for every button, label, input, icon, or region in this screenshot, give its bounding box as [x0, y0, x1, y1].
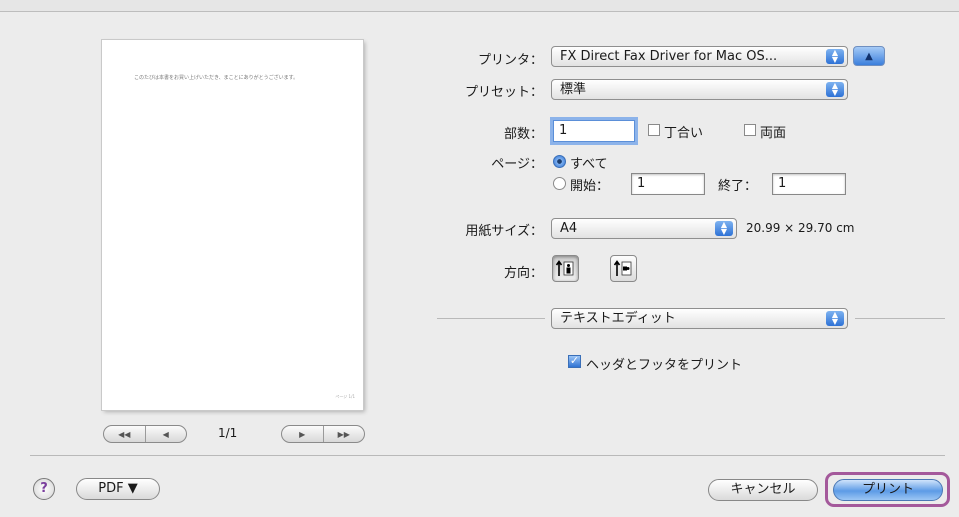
pages-to-input[interactable]: 1 [772, 173, 846, 195]
preset-value: 標準 [560, 82, 587, 97]
print-options-popup[interactable]: テキストエディット ▲ ▼ [551, 308, 848, 329]
landscape-orientation-button[interactable] [610, 255, 637, 282]
copies-input[interactable]: 1 [553, 120, 635, 142]
printer-value: FX Direct Fax Driver for Mac OS... [560, 49, 778, 64]
printer-label: プリンタ： [477, 53, 543, 68]
preview-sample-text: このたびは本書をお買い上げいただき、まことにありがとうございます。 [134, 75, 299, 81]
duplex-label: 両面 [760, 126, 787, 141]
print-button[interactable]: プリント [833, 479, 943, 501]
pages-to-label: 終了： [718, 179, 758, 194]
collate-checkbox[interactable] [648, 124, 660, 136]
first-page-button[interactable]: ◀◀ [104, 426, 146, 442]
portrait-orientation-button[interactable] [552, 255, 579, 282]
triangle-up-icon: ▲ [865, 51, 873, 62]
previous-page-button[interactable]: ◀ [146, 426, 187, 442]
preset-label: プリセット： [464, 85, 543, 100]
portrait-icon [555, 260, 574, 276]
preview-forward-nav: ▶ ▶▶ [281, 425, 365, 443]
page-indicator: 1/1 [218, 426, 238, 440]
last-page-button[interactable]: ▶▶ [324, 426, 365, 442]
paper-dimensions: 20.99 × 29.70 cm [746, 221, 855, 235]
popup-arrows-icon: ▲ ▼ [826, 49, 844, 64]
paper-size-label: 用紙サイズ： [465, 224, 543, 239]
disclosure-toggle-button[interactable]: ▲ [853, 46, 885, 66]
pages-from-label: 開始： [570, 179, 610, 194]
header-footer-checkbox[interactable]: ✓ [568, 355, 581, 368]
orientation-label: 方向： [503, 266, 543, 281]
paper-size-popup[interactable]: A4 ▲ ▼ [551, 218, 737, 239]
popup-arrows-icon: ▲ ▼ [715, 221, 733, 236]
paper-size-value: A4 [560, 221, 578, 236]
collate-label: 丁合い [664, 126, 704, 141]
cancel-button[interactable]: キャンセル [708, 479, 818, 501]
sheet-top-edge [0, 0, 959, 12]
next-page-button[interactable]: ▶ [282, 426, 324, 442]
preview-footer-text: ページ 1/1 [335, 394, 355, 399]
preview-back-nav: ◀◀ ◀ [103, 425, 187, 443]
landscape-icon [613, 260, 632, 276]
section-divider-left [437, 318, 545, 319]
bottom-divider [30, 455, 945, 456]
pages-label: ページ： [491, 157, 543, 172]
print-preview-page: このたびは本書をお買い上げいただき、まことにありがとうございます。 ページ 1/… [102, 40, 363, 410]
popup-arrows-icon: ▲ ▼ [826, 82, 844, 97]
preset-popup[interactable]: 標準 ▲ ▼ [551, 79, 848, 100]
copies-label: 部数： [503, 127, 543, 142]
pages-all-radio[interactable] [553, 155, 566, 168]
section-divider-right [855, 318, 945, 319]
print-options-value: テキストエディット [560, 311, 676, 326]
pages-from-input[interactable]: 1 [631, 173, 705, 195]
popup-arrows-icon: ▲ ▼ [826, 311, 844, 326]
printer-popup[interactable]: FX Direct Fax Driver for Mac OS... ▲ ▼ [551, 46, 848, 67]
header-footer-label: ヘッダとフッタをプリント [586, 358, 743, 373]
help-button[interactable]: ? [33, 478, 55, 500]
pages-all-label: すべて [570, 157, 608, 172]
pdf-button[interactable]: PDF ▼ [76, 478, 160, 500]
duplex-checkbox[interactable] [744, 124, 756, 136]
pages-range-radio[interactable] [553, 177, 566, 190]
